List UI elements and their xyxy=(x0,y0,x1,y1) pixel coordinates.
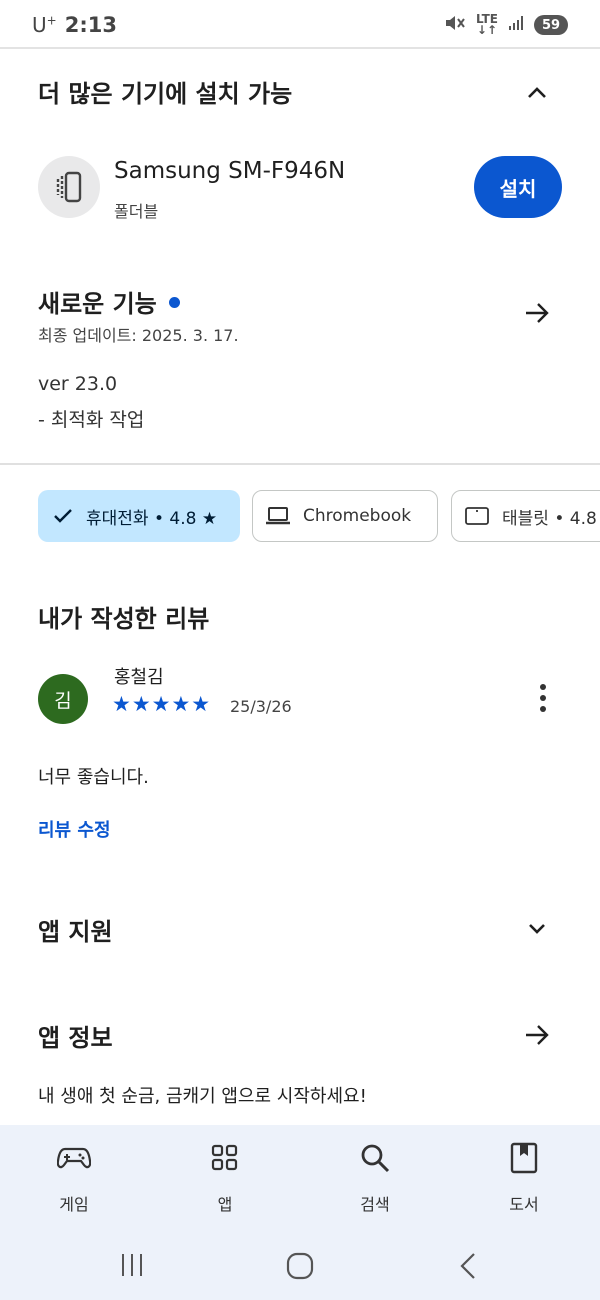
book-icon xyxy=(474,1141,574,1175)
nav-label: 검색 xyxy=(360,1195,390,1214)
chevron-down-icon[interactable] xyxy=(522,914,552,944)
device-type: 폴더블 xyxy=(114,202,159,221)
review-text: 너무 좋습니다. xyxy=(38,767,149,788)
release-note: - 최적화 작업 xyxy=(38,409,145,431)
arrow-right-icon[interactable] xyxy=(522,298,552,328)
chip-label: 태블릿 • 4.8 ★ xyxy=(502,508,600,529)
my-review-title: 내가 작성한 리뷰 xyxy=(38,605,210,633)
carrier-label: U+ xyxy=(32,13,57,37)
device-name: Samsung SM-F946N xyxy=(114,158,346,184)
new-indicator-dot xyxy=(168,296,180,308)
more-devices-title: 더 많은 기기에 설치 가능 xyxy=(38,80,293,108)
nav-item-apps[interactable]: 앱 xyxy=(175,1141,275,1215)
install-button[interactable]: 설치 xyxy=(474,156,562,218)
foldable-device-icon xyxy=(38,156,100,218)
reviewer-name: 홍철김 xyxy=(114,667,164,688)
app-support-title[interactable]: 앱 지원 xyxy=(38,912,113,947)
status-bar: U+ 2:13 LTE ↓↑ 59 xyxy=(0,0,600,50)
nav-label: 게임 xyxy=(59,1195,89,1214)
review-date: 25/3/26 xyxy=(230,697,292,716)
nav-item-games[interactable]: 게임 xyxy=(24,1141,124,1215)
top-divider xyxy=(0,47,600,49)
arrow-right-icon[interactable] xyxy=(522,1020,552,1050)
edit-review-link[interactable]: 리뷰 수정 xyxy=(38,816,111,842)
chip-phone[interactable]: 휴대전화 • 4.8 ★ xyxy=(38,490,240,542)
nav-label: 앱 xyxy=(217,1195,233,1214)
home-icon[interactable] xyxy=(285,1251,315,1285)
chip-tablet[interactable]: 태블릿 • 4.8 ★ xyxy=(451,490,600,542)
app-info-title[interactable]: 앱 정보 xyxy=(38,1018,113,1053)
section-divider xyxy=(0,463,600,465)
nav-item-books[interactable]: 도서 xyxy=(474,1141,574,1215)
more-options-icon[interactable] xyxy=(537,684,549,712)
signal-icon xyxy=(508,15,524,35)
chevron-up-icon[interactable] xyxy=(522,78,552,108)
chip-label: Chromebook xyxy=(303,506,412,526)
tablet-icon xyxy=(464,505,490,527)
back-icon[interactable] xyxy=(456,1251,480,1285)
check-icon xyxy=(52,505,74,527)
mute-icon xyxy=(444,13,466,37)
version-text: ver 23.0 xyxy=(38,373,118,395)
whats-new-title[interactable]: 새로운 기능 xyxy=(38,284,180,319)
status-time: 2:13 xyxy=(64,13,117,37)
laptop-icon xyxy=(265,506,291,526)
system-navigation-bar xyxy=(0,1233,600,1300)
app-description: 내 생애 첫 순금, 금캐기 앱으로 시작하세요! xyxy=(38,1086,367,1107)
recent-apps-icon[interactable] xyxy=(118,1251,146,1283)
star-rating: ★★★★★ xyxy=(112,692,212,716)
search-icon xyxy=(325,1141,425,1175)
apps-grid-icon xyxy=(175,1141,275,1175)
bottom-navigation: 게임 앱 검색 도서 xyxy=(0,1125,600,1233)
battery-level: 59 xyxy=(534,15,568,35)
network-type: LTE ↓↑ xyxy=(475,12,498,37)
nav-label: 도서 xyxy=(509,1195,539,1214)
chip-chromebook[interactable]: Chromebook xyxy=(252,490,438,542)
chip-label: 휴대전화 • 4.8 ★ xyxy=(86,508,218,529)
gamepad-icon xyxy=(24,1141,124,1175)
nav-item-search[interactable]: 검색 xyxy=(325,1141,425,1215)
last-updated: 최종 업데이트: 2025. 3. 17. xyxy=(38,326,239,345)
avatar: 김 xyxy=(38,674,88,724)
